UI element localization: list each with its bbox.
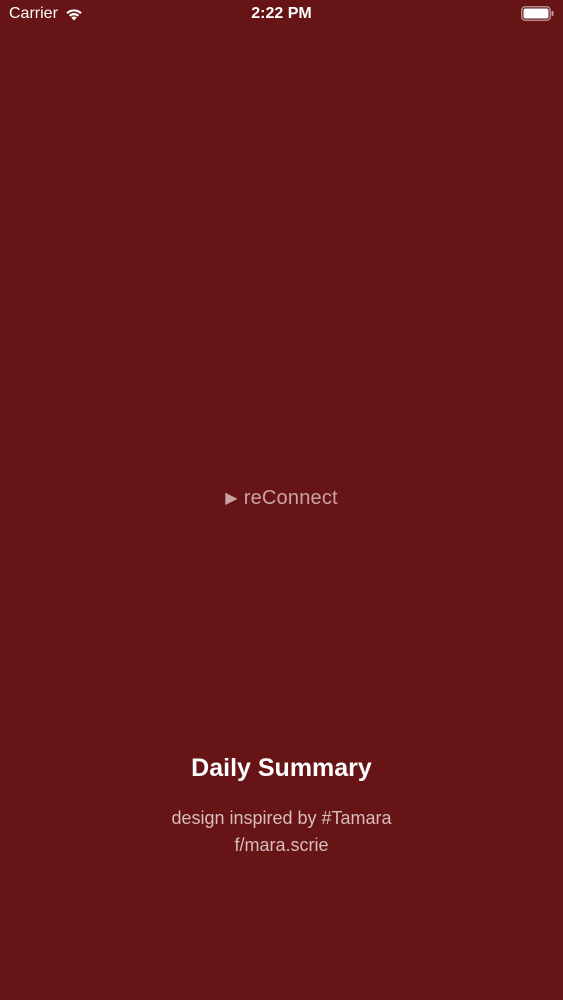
status-time: 2:22 PM	[251, 5, 312, 22]
play-icon: ▶	[225, 490, 238, 507]
page-title: Daily Summary	[191, 754, 372, 782]
reconnect-label: reConnect	[243, 487, 338, 509]
battery-icon	[521, 6, 554, 21]
reconnect-button[interactable]: ▶ reConnect	[0, 487, 563, 510]
credit-line-2: f/mara.scrie	[234, 835, 329, 855]
credit-line-1: design inspired by #Tamara	[171, 808, 392, 828]
app-screen: Carrier 2:22 PM ▶ reConnect Daily Summary…	[0, 0, 563, 1000]
status-bar: Carrier 2:22 PM	[0, 0, 563, 30]
